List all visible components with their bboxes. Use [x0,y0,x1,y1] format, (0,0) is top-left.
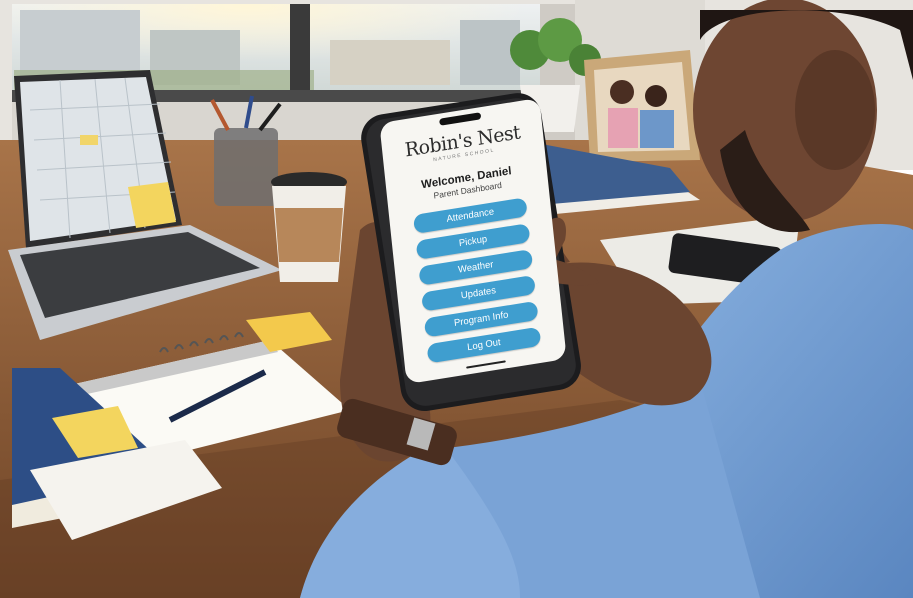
home-indicator [466,359,506,369]
sticky-note [128,182,176,228]
phone-screen: Robin's Nest NATURE SCHOOL Welcome, Dani… [379,97,567,385]
phone-notch [439,112,482,126]
photo-scene: Robin's Nest NATURE SCHOOL Welcome, Dani… [0,0,913,598]
